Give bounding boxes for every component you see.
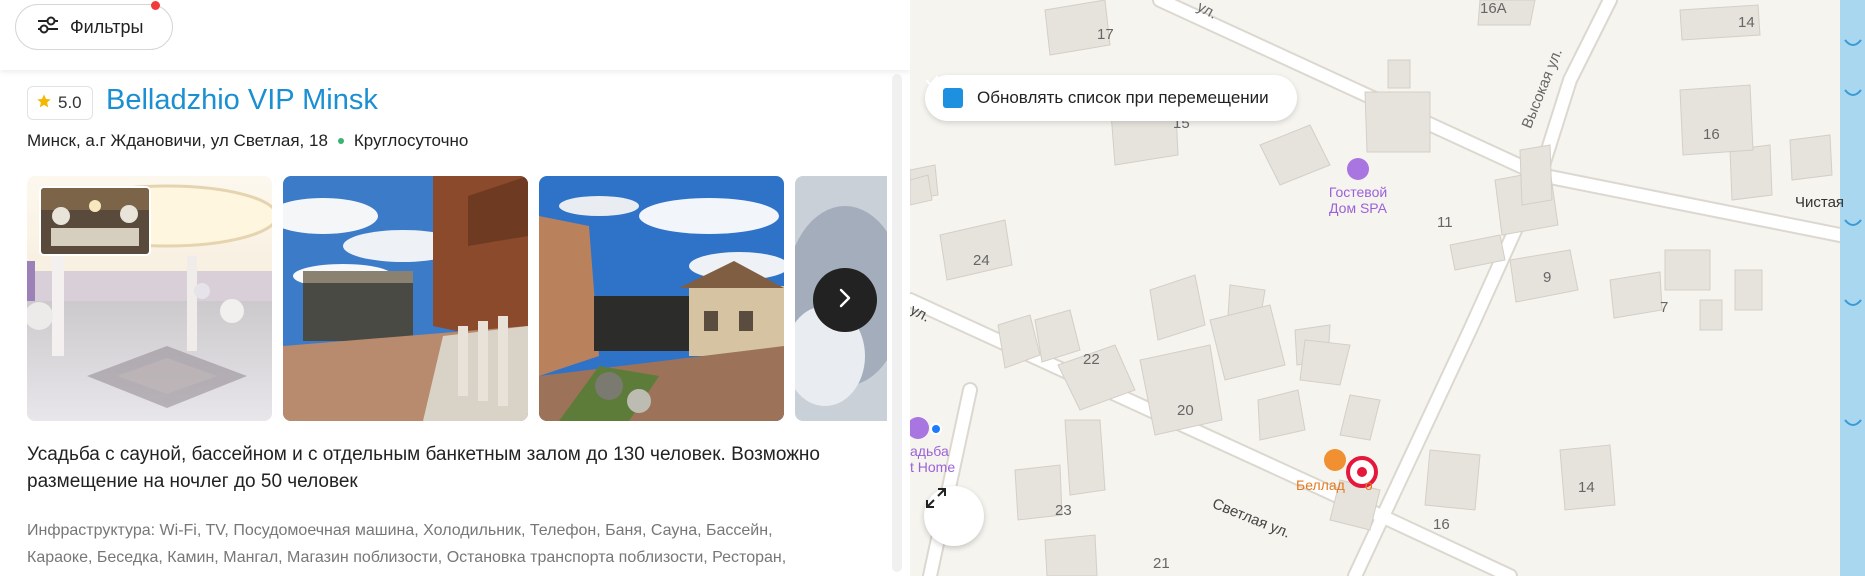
filters-label: Фильтры	[70, 16, 144, 37]
gallery-photo-terrace[interactable]	[283, 176, 528, 421]
poi-belladzhio[interactable]: Беллад о	[1296, 477, 1373, 493]
results-scrollbar[interactable]	[888, 70, 908, 576]
photo-gallery[interactable]	[27, 176, 887, 421]
house-number: 11	[1437, 214, 1453, 231]
poi-usadba-home[interactable]: адьба t Home	[910, 443, 955, 475]
poi-guest-house-spa[interactable]: Гостевой Дом SPA	[1325, 184, 1391, 216]
filters-active-badge	[151, 1, 160, 10]
house-number: 23	[1055, 502, 1072, 519]
listing-title-link[interactable]: Belladzhio VIP Minsk	[106, 84, 378, 117]
poi-label: Гостевой	[1328, 184, 1388, 200]
house-number: 20	[1177, 402, 1194, 419]
listing-infrastructure: Инфраструктура: Wi-Fi, TV, Посудомоечная…	[27, 517, 877, 571]
poi-label: Дом SPA	[1329, 200, 1387, 216]
poi-label: адьба	[910, 443, 949, 459]
gallery-photo-house[interactable]	[539, 176, 784, 421]
scrollbar-thumb[interactable]	[892, 74, 902, 572]
gallery-next-button[interactable]	[813, 268, 877, 332]
expand-map-button[interactable]	[924, 486, 984, 546]
poi-label-tail: о	[1364, 477, 1373, 493]
update-on-move-checkbox[interactable]	[925, 75, 963, 108]
house-number: 7	[1660, 299, 1669, 316]
infrastructure-line: Караоке, Беседка, Камин, Мангал, Магазин…	[27, 549, 787, 566]
poi-label: t Home	[910, 459, 956, 475]
infrastructure-line: Инфраструктура: Wi-Fi, TV, Посудомоечная…	[27, 522, 773, 539]
house-number: 21	[1153, 555, 1170, 572]
house-number: 24	[973, 252, 990, 269]
update-on-move-toggle[interactable]: Обновлять список при перемещении	[925, 75, 1297, 121]
results-panel: Фильтры 5.0 Belladzhio VIP Minsk Минск, …	[0, 0, 910, 576]
listing-address: Минск, а.г Ждановичи, ул Светлая, 18 Кру…	[27, 131, 468, 151]
map-view[interactable]: ул. Высокая ул. Чистая ул. Светлая ул. 1…	[910, 0, 1865, 576]
update-on-move-label: Обновлять список при перемещении	[977, 88, 1269, 107]
house-number: 14	[1578, 479, 1595, 496]
sliders-icon	[36, 15, 60, 40]
rating-value: 5.0	[58, 93, 82, 112]
filter-bar: Фильтры	[0, 0, 910, 70]
gallery-thumbnail	[39, 186, 151, 256]
house-number: 17	[1097, 26, 1114, 43]
house-number: 16	[1703, 126, 1720, 143]
filters-button[interactable]: Фильтры	[15, 4, 173, 50]
poi-label: Беллад	[1296, 477, 1345, 493]
open-status-dot	[337, 138, 344, 144]
listing-description: Усадьба с сауной, бассейном и с отдельны…	[27, 444, 820, 492]
house-number: 16	[1433, 516, 1450, 533]
address-text: Минск, а.г Ждановичи, ул Светлая, 18	[27, 131, 328, 150]
house-number: 16А	[1480, 0, 1507, 17]
house-number: 9	[1543, 269, 1552, 286]
star-icon	[36, 93, 52, 114]
house-number: 22	[1083, 351, 1100, 368]
chevron-right-icon	[838, 287, 852, 314]
street-label: Чистая	[1795, 194, 1845, 211]
rating-badge: 5.0	[27, 86, 93, 120]
gallery-photo-banquet-hall[interactable]	[27, 176, 272, 421]
opening-hours: Круглосуточно	[353, 131, 469, 150]
listing-card[interactable]: 5.0 Belladzhio VIP Minsk Минск, а.г Ждан…	[0, 70, 890, 576]
house-number: 14	[1738, 14, 1755, 31]
